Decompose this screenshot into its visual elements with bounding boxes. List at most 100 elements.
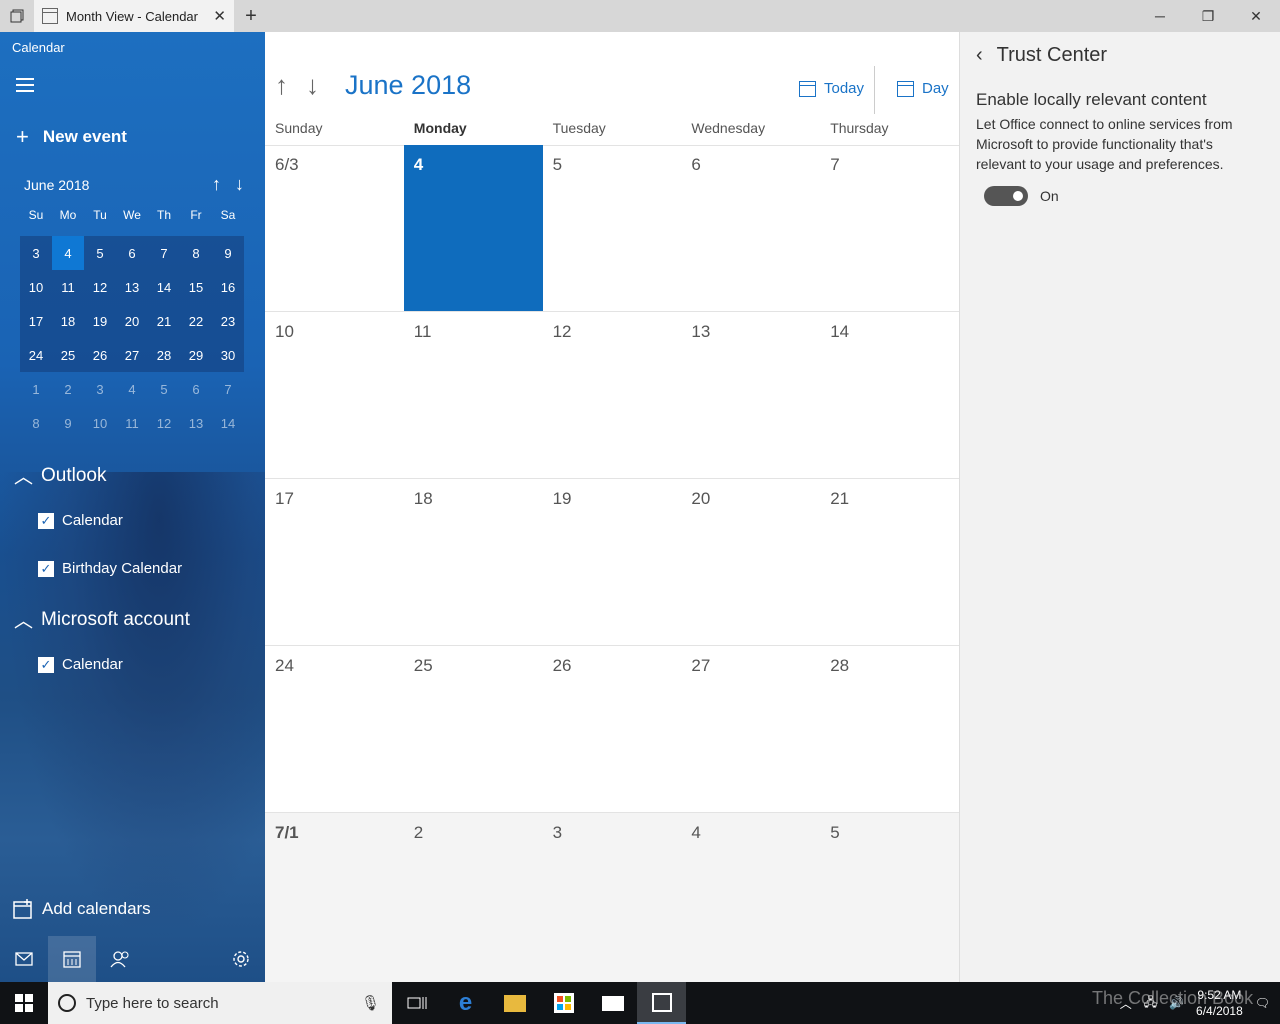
previous-month-icon[interactable]: ↑ [212,174,221,195]
section-outlook[interactable]: ︿ Outlook [14,462,107,489]
mini-day[interactable]: 3 [84,372,116,406]
mini-day[interactable]: 13 [116,270,148,304]
mini-calendar-title[interactable]: June 2018 [24,177,89,193]
mini-day[interactable]: 9 [52,406,84,440]
mini-day[interactable]: 8 [180,236,212,270]
mini-day[interactable]: 15 [180,270,212,304]
section-microsoft-account[interactable]: ︿ Microsoft account [14,606,190,633]
mini-day[interactable]: 17 [20,304,52,338]
day-cell[interactable]: 13 [681,312,820,478]
day-cell[interactable]: 12 [543,312,682,478]
mini-day[interactable]: 10 [20,270,52,304]
back-icon[interactable]: ‹ [976,44,983,67]
mini-day[interactable]: 22 [180,304,212,338]
day-cell[interactable]: 5 [820,813,959,982]
taskbar-search[interactable]: Type here to search 🎙 [48,982,392,1024]
mini-day[interactable]: 12 [148,406,180,440]
mini-day[interactable]: 5 [84,236,116,270]
mini-day[interactable]: 10 [84,406,116,440]
day-cell[interactable]: 7 [820,145,959,311]
day-cell-selected[interactable]: 4 [403,145,543,311]
day-cell[interactable]: 5 [543,145,682,311]
locally-relevant-toggle[interactable] [984,186,1028,206]
day-cell[interactable]: 25 [404,646,543,812]
mini-day[interactable]: 30 [212,338,244,372]
hamburger-menu-icon[interactable] [16,78,34,96]
mini-day[interactable]: 23 [212,304,244,338]
people-icon[interactable] [96,936,144,982]
mini-day[interactable]: 14 [148,270,180,304]
task-view-icon[interactable] [392,982,441,1024]
mini-day[interactable]: 28 [148,338,180,372]
restore-button[interactable]: ❐ [1184,0,1232,32]
mini-day[interactable]: 25 [52,338,84,372]
minimize-button[interactable]: ─ [1136,0,1184,32]
day-cell[interactable]: 24 [265,646,404,812]
mini-day[interactable]: 20 [116,304,148,338]
day-cell[interactable]: 11 [404,312,543,478]
mini-day[interactable]: 27 [116,338,148,372]
day-cell[interactable]: 4 [681,813,820,982]
day-cell[interactable]: 21 [820,479,959,645]
mini-day[interactable]: 16 [212,270,244,304]
mini-day[interactable]: 4 [116,372,148,406]
mini-day[interactable]: 1 [20,372,52,406]
previous-month-arrow-icon[interactable]: ↑ [275,70,288,101]
new-event-button[interactable]: + New event [16,124,127,150]
new-tab-button[interactable]: + [234,0,268,32]
day-cell[interactable]: 6/3 [265,145,404,311]
mini-day[interactable]: 6 [180,372,212,406]
mini-day[interactable]: 11 [52,270,84,304]
day-cell[interactable]: 28 [820,646,959,812]
store-icon[interactable] [539,982,588,1024]
mini-day[interactable]: 8 [20,406,52,440]
action-center-icon[interactable]: 🗨 [1255,996,1270,1010]
mini-day[interactable]: 7 [212,372,244,406]
mail-app-icon[interactable] [588,982,637,1024]
day-cell[interactable]: 14 [820,312,959,478]
mini-day[interactable]: 19 [84,304,116,338]
mini-day[interactable]: 2 [52,372,84,406]
calendar-icon[interactable] [48,936,96,982]
next-month-arrow-icon[interactable]: ↓ [306,70,319,101]
mini-day[interactable]: 11 [116,406,148,440]
start-button[interactable] [0,982,48,1024]
mini-day[interactable]: 24 [20,338,52,372]
month-title[interactable]: June 2018 [345,70,471,101]
next-month-icon[interactable]: ↓ [235,174,244,195]
microphone-icon[interactable]: 🎙 [361,994,380,1012]
file-explorer-icon[interactable] [490,982,539,1024]
mini-day[interactable]: 3 [20,236,52,270]
calendar-item-birthday-calendar[interactable]: ✓ Birthday Calendar [38,560,182,577]
mini-day[interactable]: 12 [84,270,116,304]
mini-day[interactable]: 5 [148,372,180,406]
day-cell[interactable]: 26 [543,646,682,812]
day-cell[interactable]: 10 [265,312,404,478]
calendar-app-icon[interactable] [637,982,686,1024]
mini-day[interactable]: 13 [180,406,212,440]
close-window-button[interactable]: ✕ [1232,0,1280,32]
day-cell[interactable]: 20 [681,479,820,645]
mini-day[interactable]: 9 [212,236,244,270]
calendar-item-ms-calendar[interactable]: ✓ Calendar [38,656,123,673]
day-cell[interactable]: 7/1 [265,813,404,982]
mini-day[interactable]: 26 [84,338,116,372]
day-cell[interactable]: 6 [681,145,820,311]
mini-day[interactable]: 14 [212,406,244,440]
gear-icon[interactable] [217,936,265,982]
day-cell[interactable]: 18 [404,479,543,645]
today-button[interactable]: Today [799,80,864,97]
edge-browser-icon[interactable]: e [441,982,490,1024]
checkbox-checked[interactable]: ✓ [38,656,54,673]
mini-day-selected[interactable]: 4 [52,236,84,270]
day-cell[interactable]: 27 [681,646,820,812]
active-tab[interactable]: Month View - Calendar ✕ [34,0,234,32]
mini-day[interactable]: 29 [180,338,212,372]
day-view-button[interactable]: Day [897,80,949,97]
checkbox-checked[interactable]: ✓ [38,512,54,529]
tab-switcher-icon[interactable] [0,0,34,32]
add-calendars-button[interactable]: Add calendars [12,898,151,920]
calendar-item-outlook-calendar[interactable]: ✓ Calendar [38,512,123,529]
tab-close-icon[interactable]: ✕ [213,7,226,25]
day-cell[interactable]: 2 [404,813,543,982]
